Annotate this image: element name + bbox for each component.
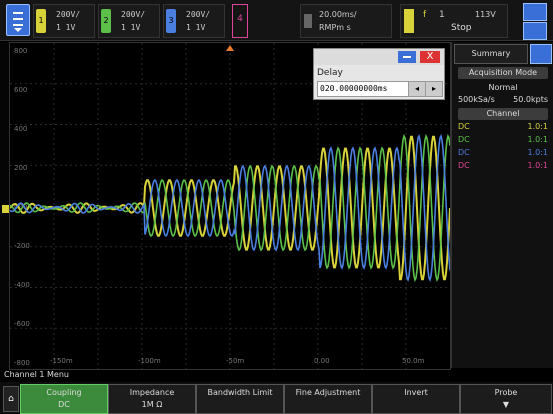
- coupling-title: Coupling: [46, 388, 82, 397]
- channel-2-scale: 200V/: [121, 10, 146, 19]
- summary-channel-4: DC 1.0:1: [458, 161, 548, 170]
- channel-2-box[interactable]: 2 200V/ 1 1V: [98, 4, 160, 38]
- menu-title: Channel 1 Menu: [4, 370, 69, 379]
- time-tick-label: -100m: [138, 357, 161, 365]
- bandwidth-limit-softkey[interactable]: Bandwidth Limit: [196, 384, 284, 414]
- voltage-tick-label: 400: [14, 125, 27, 133]
- chevron-right-icon[interactable]: ▸: [425, 81, 443, 97]
- time-tick-label: -50m: [226, 357, 244, 365]
- summary-panel: Summary Acquisition Mode Normal 500kSa/s…: [451, 42, 553, 368]
- trigger-source: 1: [439, 10, 445, 20]
- summary-channel-1-coupling: DC: [458, 122, 470, 131]
- coupling-softkey[interactable]: Coupling DC: [20, 384, 108, 414]
- voltage-tick-label: -800: [14, 359, 30, 367]
- voltage-tick-label: -600: [14, 320, 30, 328]
- channel-3-box[interactable]: 3 200V/ 1 1V: [163, 4, 225, 38]
- left-marker-strip: [0, 42, 10, 368]
- minimize-icon[interactable]: [398, 51, 416, 63]
- tab-summary[interactable]: Summary: [454, 44, 528, 64]
- window-icon[interactable]: [523, 3, 547, 21]
- tab-window[interactable]: [530, 44, 552, 64]
- summary-channel-2: DC 1.0:1: [458, 135, 548, 144]
- delay-input[interactable]: 020.00000000ms: [317, 81, 409, 97]
- summary-channel-4-probe: 1.0:1: [527, 161, 548, 170]
- channel-header: Channel: [458, 108, 548, 120]
- coupling-value: DC: [58, 400, 70, 409]
- voltage-tick-label: 600: [14, 86, 27, 94]
- impedance-softkey[interactable]: Impedance 1M Ω: [108, 384, 196, 414]
- home-icon[interactable]: ⌂: [3, 386, 19, 412]
- fine-adjustment-softkey[interactable]: Fine Adjustment: [284, 384, 372, 414]
- summary-channel-1-probe: 1.0:1: [527, 122, 548, 131]
- summary-channel-2-probe: 1.0:1: [527, 135, 548, 144]
- time-labels: -150m -100m -50m 0.00 50.0m: [50, 357, 425, 365]
- channel-3-scale: 200V/: [186, 10, 211, 19]
- top-right-icons: [520, 3, 550, 40]
- impedance-value: 1M Ω: [141, 400, 163, 409]
- softkey-bar: ⌂ Coupling DC Impedance 1M Ω Bandwidth L…: [0, 382, 553, 414]
- delay-dialog[interactable]: X Delay 020.00000000ms ◂ ▸: [313, 48, 445, 100]
- channel-2-coupling: 1 1V: [121, 23, 141, 32]
- time-tick-label: -150m: [50, 357, 73, 365]
- probe-softkey[interactable]: Probe ▼: [460, 384, 552, 414]
- trigger-edge-icon: f: [423, 10, 427, 20]
- lock-icon[interactable]: [523, 22, 547, 40]
- acquisition-rate-row: 500kSa/s 50.0kpts: [458, 95, 548, 104]
- channel-3-coupling: 1 1V: [186, 23, 206, 32]
- summary-channel-3-coupling: DC: [458, 148, 470, 157]
- run-status: Stop: [451, 23, 472, 33]
- acquisition-mode: Normal: [488, 83, 518, 92]
- probe-value: ▼: [502, 400, 510, 409]
- chevron-down-icon: [14, 28, 22, 32]
- fine-adjustment-title: Fine Adjustment: [295, 388, 361, 397]
- summary-channel-3-probe: 1.0:1: [527, 148, 548, 157]
- time-tick-label: 50.0m: [402, 357, 425, 365]
- acquisition-header: Acquisition Mode: [458, 67, 548, 79]
- channel-1-box[interactable]: 1 200V/ 1 1V: [33, 4, 95, 38]
- trigger-level: 113V: [475, 10, 496, 19]
- channel-1-tag: 1: [36, 9, 46, 33]
- channel-3-tag: 3: [166, 9, 176, 33]
- close-icon[interactable]: X: [420, 51, 440, 63]
- menu-icon: [13, 12, 23, 26]
- chevron-left-icon[interactable]: ◂: [408, 81, 426, 97]
- summary-channel-3: DC 1.0:1: [458, 148, 548, 157]
- invert-title: Invert: [404, 388, 428, 397]
- impedance-title: Impedance: [129, 388, 175, 397]
- invert-softkey[interactable]: Invert: [372, 384, 460, 414]
- top-status-bar: 1 200V/ 1 1V 2 200V/ 1 1V 3 200V/ 1 1V 4…: [0, 0, 553, 41]
- timebase-box[interactable]: 20.00ms/ RMPm s: [300, 4, 392, 38]
- sample-rate: 500kSa/s: [458, 95, 495, 104]
- pause-icon: [304, 14, 312, 28]
- summary-channel-2-coupling: DC: [458, 135, 470, 144]
- channel-4-box[interactable]: 4: [232, 4, 248, 38]
- voltage-tick-label: 800: [14, 47, 27, 55]
- trigger-position-marker: [226, 45, 234, 51]
- trigger-box[interactable]: f 1 113V Stop: [400, 4, 508, 38]
- voltage-tick-label: -400: [14, 281, 30, 289]
- timebase-scale: 20.00ms/: [319, 10, 357, 19]
- voltage-tick-label: -200: [14, 242, 30, 250]
- channel-1-scale: 200V/: [56, 10, 81, 19]
- voltage-tick-label: 200: [14, 164, 27, 172]
- summary-channel-4-coupling: DC: [458, 161, 470, 170]
- channel-4-label: 4: [237, 14, 243, 24]
- time-tick-label: 0.00: [314, 357, 330, 365]
- channel-2-tag: 2: [101, 9, 111, 33]
- point-count: 50.0kpts: [513, 95, 548, 104]
- main-menu-button[interactable]: [6, 4, 30, 36]
- delay-label: Delay: [317, 68, 343, 78]
- probe-title: Probe: [494, 388, 518, 397]
- timebase-mode: RMPm s: [319, 23, 351, 32]
- channel-1-coupling: 1 1V: [56, 23, 76, 32]
- trigger-tag: [404, 9, 414, 33]
- bandwidth-limit-title: Bandwidth Limit: [207, 388, 273, 397]
- summary-channel-1: DC 1.0:1: [458, 122, 548, 131]
